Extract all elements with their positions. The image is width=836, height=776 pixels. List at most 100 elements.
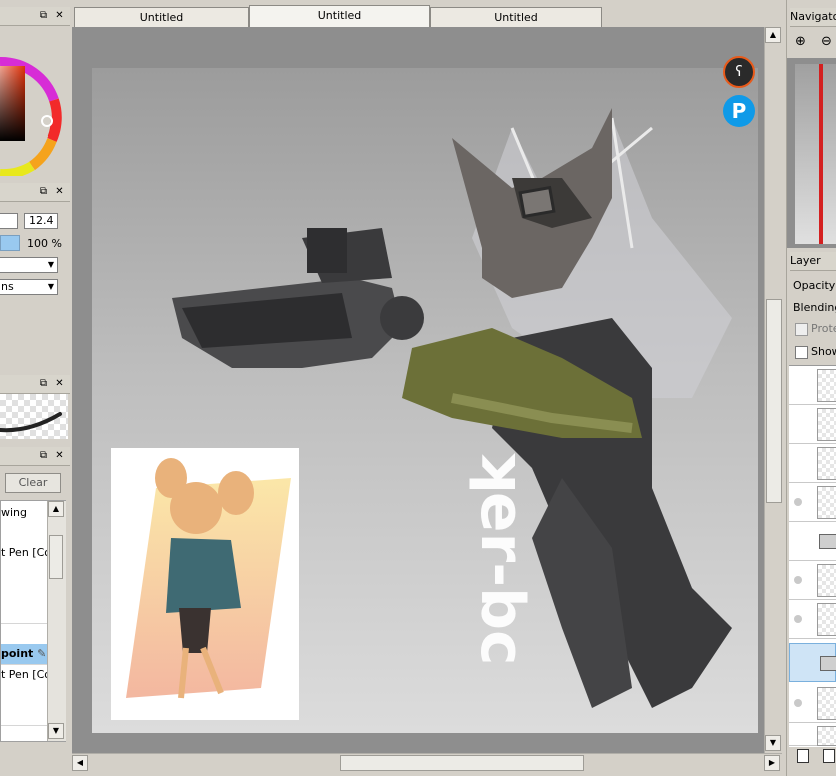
list-item[interactable]: t Pen [Co <box>1 665 47 686</box>
reference-image <box>111 448 299 720</box>
visibility-icon[interactable] <box>794 498 802 506</box>
brush-stroke-preview <box>0 394 68 439</box>
pixiv-icon[interactable]: P <box>723 95 755 127</box>
scroll-down-button[interactable]: ▼ <box>765 735 781 751</box>
float-icon[interactable]: ⧉ <box>38 378 49 389</box>
folder-icon <box>820 656 836 671</box>
scroll-thumb[interactable] <box>766 299 782 503</box>
zoom-in-icon[interactable]: ⊕ <box>795 34 806 49</box>
copy-layer-icon[interactable] <box>823 749 835 763</box>
layer-thumbnail <box>817 408 836 441</box>
color-panel-titlebar: ⧉ ✕ <box>0 7 70 26</box>
watermark-signature: ʞer-bc <box>467 448 537 666</box>
layer-thumbnail <box>817 369 836 402</box>
tool-label: t Pen [Co <box>1 546 47 559</box>
navigator-canvas-thumb <box>795 64 836 244</box>
scroll-thumb[interactable] <box>49 535 63 579</box>
layer-row[interactable] <box>789 600 836 639</box>
layer-thumbnail <box>817 447 836 480</box>
layer-row-folder-selected[interactable] <box>789 643 836 682</box>
brush-panel-titlebar: ⧉ ✕ <box>0 183 70 202</box>
tool-label: wing <box>1 506 28 519</box>
close-icon[interactable]: ✕ <box>54 186 65 197</box>
tab-untitled-3[interactable]: Untitled <box>430 7 602 27</box>
tab-untitled-2[interactable]: Untitled <box>249 5 430 27</box>
density-slider[interactable] <box>0 235 20 251</box>
zoom-out-icon[interactable]: ⊖ <box>821 34 832 49</box>
pen-icon: ✎ <box>37 647 47 660</box>
navigator-preview[interactable] <box>787 58 836 248</box>
brush-texture-dropdown[interactable]: ns ▼ <box>0 279 58 295</box>
tool-panel-titlebar: ⧉ ✕ <box>0 447 70 466</box>
layer-thumbnail <box>817 687 836 720</box>
scroll-right-button[interactable]: ▶ <box>764 755 780 771</box>
blending-label: Blending <box>793 301 836 314</box>
layer-row[interactable] <box>789 483 836 522</box>
close-icon[interactable]: ✕ <box>54 378 65 389</box>
list-item[interactable] <box>1 563 47 584</box>
layer-row[interactable] <box>789 684 836 723</box>
close-icon[interactable]: ✕ <box>54 450 65 461</box>
show-label: Show <box>811 345 836 358</box>
brush-size-field[interactable]: 12.4 <box>24 213 58 229</box>
scroll-thumb[interactable] <box>340 755 584 771</box>
layer-thumbnail <box>817 603 836 636</box>
layer-thumbnail <box>817 564 836 597</box>
scroll-down-button[interactable]: ▼ <box>48 723 64 739</box>
layer-row[interactable] <box>789 561 836 600</box>
brush-shape-dropdown[interactable]: ▼ <box>0 257 58 273</box>
visibility-icon[interactable] <box>794 576 802 584</box>
layer-thumbnail <box>817 726 836 746</box>
folder-icon <box>819 534 836 549</box>
tool-label: t Pen [Co <box>1 668 47 681</box>
protect-checkbox[interactable] <box>795 323 808 336</box>
list-item[interactable] <box>1 603 47 624</box>
chevron-down-icon: ▼ <box>47 282 54 291</box>
scroll-up-button[interactable]: ▲ <box>48 501 64 517</box>
list-item[interactable] <box>1 705 47 726</box>
layer-row[interactable] <box>789 366 836 405</box>
float-icon[interactable]: ⧉ <box>38 186 49 197</box>
visibility-icon[interactable] <box>794 615 802 623</box>
layer-row[interactable] <box>789 405 836 444</box>
list-item[interactable]: t Pen [Co <box>1 543 47 564</box>
tab-untitled-1[interactable]: Untitled <box>74 7 249 27</box>
tool-label: point <box>1 647 34 660</box>
canvas-horizontal-scrollbar[interactable]: ◀ ▶ <box>72 753 782 772</box>
list-item[interactable] <box>1 583 47 604</box>
scroll-left-button[interactable]: ◀ <box>72 755 88 771</box>
float-icon[interactable]: ⧉ <box>38 450 49 461</box>
dropdown-value: ns <box>1 280 14 293</box>
left-panels: ⧉ ✕ ⧉ ✕ 12.4 100 % ▼ ns ▼ ⧉ ✕ ⧉ ✕ Clear … <box>0 0 70 776</box>
show-checkbox[interactable] <box>795 346 808 359</box>
canvas-vertical-scrollbar[interactable]: ▲ ▼ <box>764 27 783 753</box>
list-item[interactable]: wing <box>1 503 47 524</box>
clear-button[interactable]: Clear <box>5 473 61 493</box>
avatar[interactable]: ʕ <box>723 56 755 88</box>
layer-thumbnail <box>817 486 836 519</box>
protect-label: Prote <box>811 322 836 335</box>
visibility-icon[interactable] <box>794 699 802 707</box>
scroll-up-button[interactable]: ▲ <box>765 27 781 43</box>
tool-list: wing t Pen [Co point ✎ t Pen [Co ▲ ▼ <box>0 500 66 742</box>
list-item[interactable] <box>1 523 47 544</box>
new-layer-icon[interactable] <box>797 749 809 763</box>
opacity-label: Opacity <box>793 279 836 292</box>
layer-row-folder[interactable] <box>789 522 836 561</box>
chevron-down-icon: ▼ <box>47 260 54 269</box>
canvas[interactable]: ʞer-bc <box>92 68 758 733</box>
layer-row[interactable] <box>789 444 836 483</box>
document-tab-bar: Untitled Untitled Untitled <box>72 0 787 27</box>
float-icon[interactable]: ⧉ <box>38 10 49 21</box>
navigator-view-frame[interactable] <box>819 64 823 244</box>
list-item-selected[interactable]: point ✎ <box>1 644 47 665</box>
preview-panel-titlebar: ⧉ ✕ <box>0 375 70 394</box>
color-wheel[interactable] <box>0 30 62 180</box>
layer-row[interactable] <box>789 723 836 746</box>
density-value: 100 % <box>27 237 62 250</box>
list-item[interactable] <box>1 685 47 706</box>
close-icon[interactable]: ✕ <box>54 10 65 21</box>
navigator-title: Navigato <box>790 8 836 27</box>
brush-min-field[interactable] <box>0 213 18 229</box>
tool-list-scrollbar[interactable]: ▲ ▼ <box>47 501 66 741</box>
